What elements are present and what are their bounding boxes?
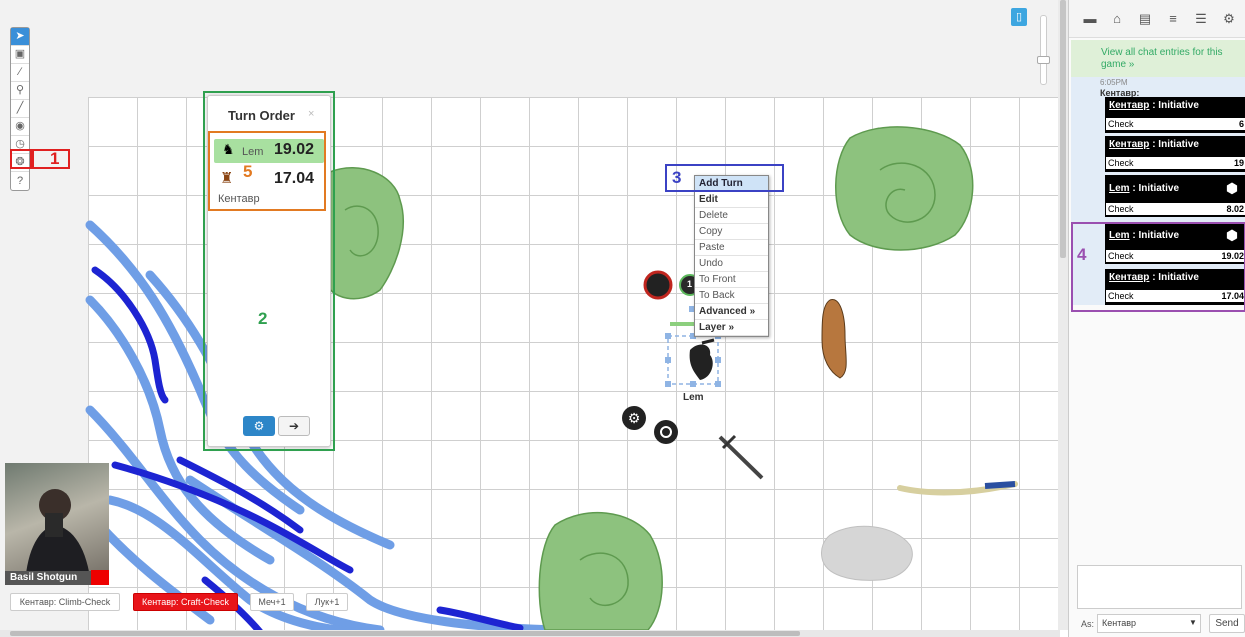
roll-card: Кентавр : Initiative Check 19	[1105, 136, 1245, 172]
zoom-slider[interactable]	[1040, 15, 1047, 85]
compendium-icon[interactable]: ≡	[1165, 11, 1181, 27]
page-icon[interactable]: ▯	[1011, 8, 1027, 26]
roll-title: Кентавр : Initiative	[1109, 100, 1199, 111]
brush-icon[interactable]: ∕	[11, 64, 29, 82]
macro-button[interactable]: Кентавр: Craft-Check	[133, 593, 238, 611]
roll-row: Check 8.02	[1106, 203, 1245, 215]
d20-icon: ⬢	[1225, 180, 1239, 196]
lem-token[interactable]	[689, 338, 715, 380]
sidebar-panel: ▬ ⌂ ▤ ≡ ☰ ⚙ View all chat entries for th…	[1068, 0, 1245, 637]
river-stroke	[185, 475, 565, 635]
zoom-slider-handle[interactable]	[1037, 56, 1050, 64]
annotation-box	[208, 131, 326, 211]
menu-item-to-front[interactable]: To Front	[695, 272, 768, 288]
roll-title: Lem : Initiative	[1109, 183, 1180, 194]
chat-log[interactable]: View all chat entries for this game » 6:…	[1071, 40, 1245, 560]
eye-icon[interactable]: ◉	[11, 118, 29, 136]
gear-icon[interactable]: ⚙	[1221, 11, 1237, 27]
tree-icon	[538, 512, 663, 631]
macro-button[interactable]: Кентавр: Climb-Check	[10, 593, 120, 611]
zoom-icon[interactable]: ⚲	[11, 82, 29, 100]
annotation-box	[665, 164, 784, 192]
help-icon[interactable]: ?	[11, 172, 29, 190]
roll-card: Lem : Initiative ⬢ Check 8.02	[1105, 175, 1245, 217]
menu-item-layer[interactable]: Layer »	[695, 320, 768, 336]
rock-icon	[821, 525, 913, 581]
map-canvas[interactable]: ⚙ Lem 1 ➤ ▣ ∕ ⚲ ╱ ◉ ◷ ❂ ? Turn Order × ♞…	[0, 0, 1060, 637]
annotation-box	[1071, 222, 1245, 312]
health-bar	[670, 322, 694, 326]
webcam-name: Basil Shotgun	[5, 571, 91, 585]
list-icon[interactable]: ☰	[1193, 11, 1209, 27]
scimitar-icon	[897, 481, 1018, 496]
webcam-video	[5, 463, 109, 585]
enemy-token[interactable]	[643, 270, 673, 300]
horizontal-scrollbar-thumb[interactable]	[10, 631, 800, 636]
annotation-number: 2	[258, 309, 268, 328]
roll-row: Check 19	[1106, 157, 1245, 169]
token-badge-text: 1	[687, 279, 693, 289]
art-library-icon[interactable]: ⌂	[1109, 11, 1125, 27]
speak-as-label: As:	[1081, 619, 1095, 629]
ruler-icon[interactable]: ╱	[11, 100, 29, 118]
lem-token-label: Lem	[683, 392, 704, 403]
menu-item-delete[interactable]: Delete	[695, 208, 768, 224]
journal-icon[interactable]: ▤	[1137, 11, 1153, 27]
roll-row: Check 6	[1106, 118, 1245, 130]
annotation-number: 1	[50, 149, 60, 168]
menu-item-undo[interactable]: Undo	[695, 256, 768, 272]
roll-title: Кентавр : Initiative	[1109, 139, 1199, 150]
send-button[interactable]: Send	[1209, 614, 1245, 633]
webcam-status-indicator	[91, 570, 109, 585]
menu-item-paste[interactable]: Paste	[695, 240, 768, 256]
cube-icon[interactable]: ▣	[11, 46, 29, 64]
chat-icon[interactable]: ▬	[1082, 11, 1098, 27]
select-icon[interactable]: ➤	[11, 28, 29, 46]
sidebar-tabs: ▬ ⌂ ▤ ≡ ☰ ⚙	[1069, 0, 1245, 38]
person-image	[25, 489, 91, 585]
annotation-number: 5	[243, 162, 253, 181]
annotation-number: 4	[1077, 245, 1087, 264]
annotation-number: 3	[672, 168, 682, 187]
chat-input[interactable]	[1077, 565, 1242, 609]
menu-item-to-back[interactable]: To Back	[695, 288, 768, 304]
chevron-down-icon: ▼	[1189, 618, 1197, 627]
sword-icon	[718, 434, 764, 480]
context-menu: Add Turn Edit Delete Copy Paste Undo To …	[694, 175, 769, 337]
river-deep-stroke	[91, 266, 169, 404]
layer-icon[interactable]	[654, 420, 678, 444]
vertical-scrollbar-thumb[interactable]	[1060, 0, 1066, 258]
speak-as-select[interactable]: Кентавр	[1097, 614, 1201, 633]
tree-icon	[835, 126, 974, 251]
roll-card: Кентавр : Initiative Check 6	[1105, 97, 1245, 133]
centaur-token[interactable]	[821, 299, 847, 379]
svg-text:⚙: ⚙	[628, 411, 641, 427]
roll20-app: ⚙ Lem 1 ➤ ▣ ∕ ⚲ ╱ ◉ ◷ ❂ ? Turn Order × ♞…	[0, 0, 1245, 637]
chat-timestamp: 6:05PM	[1100, 78, 1128, 87]
view-all-chat-link[interactable]: View all chat entries for this game »	[1071, 40, 1245, 77]
annotation-box	[10, 149, 32, 169]
macro-button[interactable]: Меч+1	[250, 593, 294, 611]
menu-item-copy[interactable]: Copy	[695, 224, 768, 240]
menu-item-edit[interactable]: Edit	[695, 192, 768, 208]
map-drawings: ⚙	[85, 126, 1018, 637]
menu-item-advanced[interactable]: Advanced »	[695, 304, 768, 320]
macro-button[interactable]: Лук+1	[306, 593, 348, 611]
